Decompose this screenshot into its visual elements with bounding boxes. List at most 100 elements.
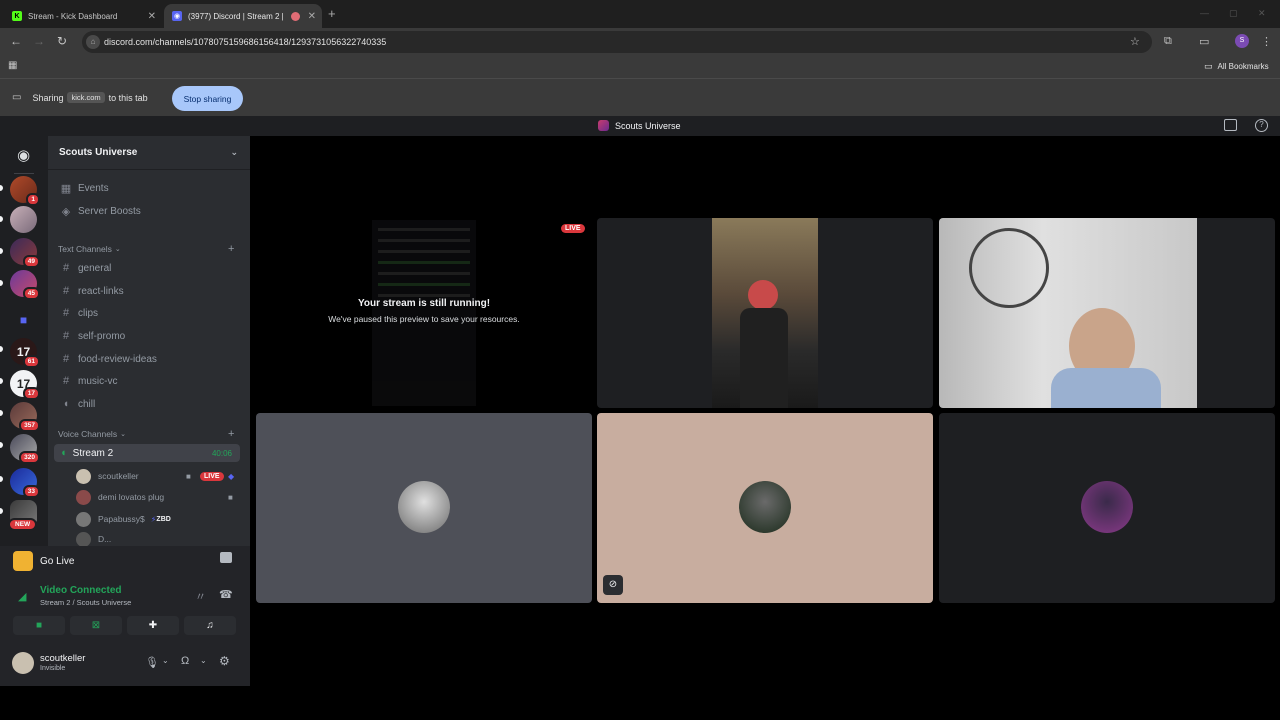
server-icon[interactable]: 33 bbox=[10, 468, 40, 498]
connection-status[interactable]: Video Connected bbox=[40, 585, 122, 596]
participant-video-tile[interactable] bbox=[597, 218, 933, 408]
channel-clips[interactable]: # clips bbox=[54, 303, 240, 323]
back-icon[interactable]: ← bbox=[10, 34, 22, 48]
boost-icon: ◆ bbox=[228, 471, 235, 481]
voice-channels-category[interactable]: Voice Channels ⌄ + bbox=[58, 428, 234, 440]
voice-channel-stream-2[interactable]: ◖ Stream 2 40:06 bbox=[54, 444, 240, 462]
connection-location[interactable]: Stream 2 / Scouts Universe bbox=[40, 598, 131, 607]
events-item[interactable]: ▦ Events bbox=[54, 178, 240, 198]
server-icon[interactable]: 17 17 bbox=[10, 370, 40, 400]
text-channels-category[interactable]: Text Channels ⌄ + bbox=[58, 243, 234, 255]
shared-site: kick.com bbox=[67, 92, 105, 103]
microphone-icon[interactable]: 🎙 bbox=[145, 656, 159, 669]
channel-general[interactable]: # general bbox=[54, 258, 240, 278]
bookmark-star-icon[interactable]: ☆ bbox=[1130, 35, 1140, 48]
voice-user[interactable]: demi lovatos plug ■ bbox=[76, 488, 238, 506]
channel-name: music-vc bbox=[78, 375, 118, 387]
server-icon[interactable]: 45 bbox=[10, 270, 40, 300]
chevron-down-icon[interactable]: ⌄ bbox=[162, 656, 169, 665]
screen-share-icon: ▭ bbox=[12, 92, 22, 103]
site-info-icon[interactable]: ⌂ bbox=[86, 35, 100, 49]
settings-gear-icon[interactable]: ⚙ bbox=[219, 654, 230, 668]
participant-video-tile[interactable] bbox=[939, 218, 1275, 408]
username[interactable]: scoutkeller bbox=[40, 653, 85, 664]
hash-icon: # bbox=[62, 330, 70, 342]
channel-self-promo[interactable]: # self-promo bbox=[54, 326, 240, 346]
noise-suppression-icon[interactable]: 〃 bbox=[195, 588, 206, 604]
server-icon[interactable]: 49 bbox=[10, 238, 40, 268]
disconnect-icon[interactable]: ☎ bbox=[219, 588, 233, 601]
channel-react-links[interactable]: # react-links bbox=[54, 281, 240, 301]
forward-icon[interactable]: → bbox=[33, 34, 45, 48]
screen-share-button[interactable]: ⊠ bbox=[70, 616, 122, 635]
mention-badge: 33 bbox=[22, 485, 40, 498]
mention-badge: 1 bbox=[26, 193, 40, 206]
tab-discord[interactable]: ◉ (3977) Discord | Stream 2 | ✕ bbox=[164, 4, 322, 28]
channel-music-vc[interactable]: # music-vc bbox=[54, 371, 240, 391]
soundboard-icon: ♫ bbox=[206, 620, 214, 631]
add-channel-icon[interactable]: + bbox=[228, 243, 234, 255]
unread-indicator bbox=[0, 185, 3, 191]
profile-avatar[interactable]: S bbox=[1235, 34, 1249, 48]
headphones-icon[interactable]: Ω bbox=[181, 655, 189, 667]
minimize-icon[interactable]: — bbox=[1200, 8, 1209, 18]
apps-grid-icon[interactable]: ▦ bbox=[8, 60, 17, 71]
extensions-icon[interactable]: ⧉ bbox=[1164, 35, 1172, 48]
server-icon bbox=[598, 120, 609, 131]
channel-chill[interactable]: ◖ chill bbox=[54, 394, 240, 414]
participant-avatar-tile[interactable] bbox=[939, 413, 1275, 603]
voice-user-name: Papabussy$ bbox=[98, 514, 145, 524]
discord-home-icon[interactable]: ◉ bbox=[10, 141, 37, 168]
channel-food-review-ideas[interactable]: # food-review-ideas bbox=[54, 349, 240, 369]
participant-avatar-tile[interactable]: ⊘ bbox=[597, 413, 933, 603]
folder-icon[interactable]: ■ bbox=[10, 306, 37, 333]
close-tab-icon[interactable]: ✕ bbox=[148, 11, 156, 22]
voice-user[interactable]: scoutkeller ■ LIVE ◆ bbox=[76, 467, 238, 485]
server-header[interactable]: Scouts Universe ⌄ bbox=[48, 136, 250, 170]
channel-sidebar: Scouts Universe ⌄ ▦ Events ◈ Server Boos… bbox=[48, 136, 250, 546]
close-window-icon[interactable]: ✕ bbox=[1258, 8, 1266, 19]
avatar bbox=[398, 481, 450, 533]
soundboard-button[interactable]: ♫ bbox=[184, 616, 236, 635]
maximize-icon[interactable]: ▢ bbox=[1229, 8, 1238, 19]
chevron-down-icon[interactable]: ⌄ bbox=[200, 656, 207, 665]
new-tab-icon[interactable]: + bbox=[328, 6, 336, 21]
stop-sharing-button[interactable]: Stop sharing bbox=[172, 86, 243, 111]
all-bookmarks[interactable]: ▭ All Bookmarks bbox=[1204, 61, 1269, 72]
chevron-down-icon: ⌄ bbox=[114, 246, 121, 253]
server-icon[interactable]: 17 61 bbox=[10, 338, 40, 368]
stop-stream-icon[interactable] bbox=[220, 552, 232, 563]
server-icon[interactable]: 357 bbox=[10, 402, 40, 432]
all-bookmarks-label: All Bookmarks bbox=[1217, 62, 1269, 71]
server-icon[interactable]: 1 bbox=[10, 176, 40, 206]
stream-preview-tile[interactable]: LIVE Your stream is still running! We've… bbox=[256, 218, 592, 408]
add-channel-icon[interactable]: + bbox=[228, 428, 234, 440]
signal-icon[interactable]: ◢ bbox=[18, 590, 26, 603]
tab-kick-dashboard[interactable]: K Stream - Kick Dashboard ✕ bbox=[4, 4, 162, 28]
inbox-icon[interactable] bbox=[1224, 119, 1237, 131]
mention-badge: 17 bbox=[22, 387, 40, 400]
voice-user[interactable]: D... bbox=[76, 532, 238, 546]
address-bar[interactable]: ⌂ discord.com/channels/10780751596861564… bbox=[82, 31, 1152, 53]
participant-avatar-tile[interactable] bbox=[256, 413, 592, 603]
server-icon[interactable]: 320 bbox=[10, 434, 40, 464]
mention-badge: 45 bbox=[22, 287, 40, 300]
close-tab-icon[interactable]: ✕ bbox=[308, 11, 316, 22]
avatar bbox=[76, 489, 91, 505]
server-boosts-item[interactable]: ◈ Server Boosts bbox=[54, 201, 240, 221]
activities-button[interactable]: ✚ bbox=[127, 616, 179, 635]
server-icon[interactable] bbox=[10, 206, 37, 233]
chevron-down-icon[interactable]: ⌄ bbox=[230, 147, 238, 158]
sharing-suffix: to this tab bbox=[108, 92, 148, 103]
screen-share-icon: ⊠ bbox=[91, 620, 101, 631]
camera-icon: ■ bbox=[228, 492, 233, 502]
reload-icon[interactable]: ↻ bbox=[57, 34, 67, 48]
discord-icon: ◉ bbox=[172, 11, 182, 21]
menu-icon[interactable]: ⋮ bbox=[1261, 35, 1272, 48]
voice-user[interactable]: Papabussy$ ⚡ ZBD bbox=[76, 510, 238, 528]
camera-button[interactable]: ■ bbox=[13, 616, 65, 635]
help-icon[interactable]: ? bbox=[1255, 119, 1268, 132]
avatar[interactable] bbox=[12, 652, 34, 674]
stream-preview-icon bbox=[13, 551, 33, 571]
cast-icon[interactable]: ▭ bbox=[1199, 35, 1209, 48]
